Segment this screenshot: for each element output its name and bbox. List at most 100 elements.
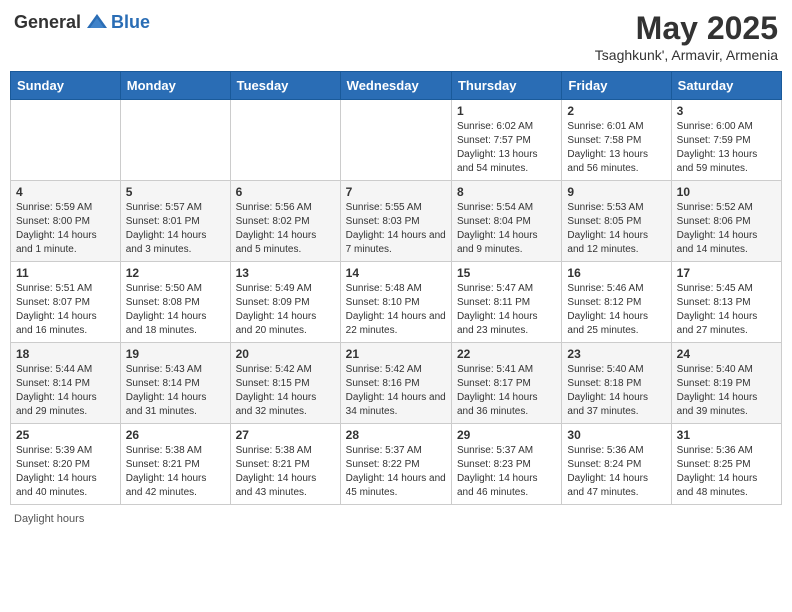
- logo-icon: [85, 10, 109, 34]
- day-info: Sunrise: 5:37 AM Sunset: 8:22 PM Dayligh…: [346, 444, 446, 500]
- calendar-cell: 2 Sunrise: 6:01 AM Sunset: 7:58 PM Daylig…: [562, 100, 671, 181]
- day-number: 6: [236, 185, 335, 199]
- weekday-header-wednesday: Wednesday: [340, 72, 451, 100]
- day-info: Sunrise: 5:56 AM Sunset: 8:02 PM Dayligh…: [236, 201, 335, 257]
- day-info: Sunrise: 5:52 AM Sunset: 8:06 PM Dayligh…: [677, 201, 776, 257]
- page-header: General Blue May 2025 Tsaghkunk', Armavi…: [10, 10, 782, 63]
- calendar-cell: 6 Sunrise: 5:56 AM Sunset: 8:02 PM Daylig…: [230, 181, 340, 262]
- day-info: Sunrise: 5:41 AM Sunset: 8:17 PM Dayligh…: [457, 363, 556, 419]
- day-info: Sunrise: 5:46 AM Sunset: 8:12 PM Dayligh…: [567, 282, 665, 338]
- calendar-cell: 30Sunrise: 5:36 AM Sunset: 8:24 PM Dayli…: [562, 424, 671, 505]
- calendar-cell: 15Sunrise: 5:47 AM Sunset: 8:11 PM Dayli…: [451, 262, 561, 343]
- calendar-cell: [230, 100, 340, 181]
- day-number: 29: [457, 428, 556, 442]
- day-number: 14: [346, 266, 446, 280]
- calendar-cell: 8Sunrise: 5:54 AM Sunset: 8:04 PM Daylig…: [451, 181, 561, 262]
- footer: Daylight hours: [10, 513, 782, 525]
- day-info: Sunrise: 5:45 AM Sunset: 8:13 PM Dayligh…: [677, 282, 776, 338]
- calendar-cell: 20 Sunrise: 5:42 AM Sunset: 8:15 PM Dayli…: [230, 343, 340, 424]
- weekday-header-tuesday: Tuesday: [230, 72, 340, 100]
- day-number: 3: [677, 104, 776, 118]
- day-number: 25: [16, 428, 115, 442]
- day-number: 28: [346, 428, 446, 442]
- day-info: Sunrise: 5:36 AM Sunset: 8:25 PM Dayligh…: [677, 444, 776, 500]
- month-title: May 2025: [595, 10, 778, 47]
- day-info: Sunrise: 5:49 AM Sunset: 8:09 PM Dayligh…: [236, 282, 335, 338]
- calendar-week-row: 11Sunrise: 5:51 AM Sunset: 8:07 PM Dayli…: [11, 262, 782, 343]
- calendar-cell: 21 Sunrise: 5:42 AM Sunset: 8:16 PM Dayli…: [340, 343, 451, 424]
- calendar-cell: 28 Sunrise: 5:37 AM Sunset: 8:22 PM Dayli…: [340, 424, 451, 505]
- calendar-cell: 26 Sunrise: 5:38 AM Sunset: 8:21 PM Dayli…: [120, 424, 230, 505]
- logo: General Blue: [14, 10, 150, 34]
- calendar-cell: 31 Sunrise: 5:36 AM Sunset: 8:25 PM Dayli…: [671, 424, 781, 505]
- day-number: 8: [457, 185, 556, 199]
- day-info: Sunrise: 6:02 AM Sunset: 7:57 PM Dayligh…: [457, 120, 556, 176]
- weekday-header-row: SundayMondayTuesdayWednesdayThursdayFrid…: [11, 72, 782, 100]
- day-number: 2: [567, 104, 665, 118]
- day-info: Sunrise: 5:43 AM Sunset: 8:14 PM Dayligh…: [126, 363, 225, 419]
- day-info: Sunrise: 6:01 AM Sunset: 7:58 PM Dayligh…: [567, 120, 665, 176]
- calendar-cell: 16Sunrise: 5:46 AM Sunset: 8:12 PM Dayli…: [562, 262, 671, 343]
- day-info: Sunrise: 5:44 AM Sunset: 8:14 PM Dayligh…: [16, 363, 115, 419]
- calendar-cell: 19 Sunrise: 5:43 AM Sunset: 8:14 PM Dayli…: [120, 343, 230, 424]
- day-info: Sunrise: 5:51 AM Sunset: 8:07 PM Dayligh…: [16, 282, 115, 338]
- day-info: Sunrise: 5:39 AM Sunset: 8:20 PM Dayligh…: [16, 444, 115, 500]
- calendar-week-row: 25 Sunrise: 5:39 AM Sunset: 8:20 PM Dayli…: [11, 424, 782, 505]
- day-number: 31: [677, 428, 776, 442]
- day-number: 21: [346, 347, 446, 361]
- calendar-cell: 18 Sunrise: 5:44 AM Sunset: 8:14 PM Dayli…: [11, 343, 121, 424]
- day-info: Sunrise: 5:42 AM Sunset: 8:16 PM Dayligh…: [346, 363, 446, 419]
- day-number: 23: [567, 347, 665, 361]
- day-number: 15: [457, 266, 556, 280]
- daylight-label: Daylight hours: [14, 513, 84, 525]
- calendar-cell: [340, 100, 451, 181]
- day-number: 18: [16, 347, 115, 361]
- calendar-cell: 23 Sunrise: 5:40 AM Sunset: 8:18 PM Dayli…: [562, 343, 671, 424]
- calendar-cell: 27 Sunrise: 5:38 AM Sunset: 8:21 PM Dayli…: [230, 424, 340, 505]
- day-number: 27: [236, 428, 335, 442]
- calendar-week-row: 4 Sunrise: 5:59 AM Sunset: 8:00 PM Daylig…: [11, 181, 782, 262]
- calendar-week-row: 1Sunrise: 6:02 AM Sunset: 7:57 PM Daylig…: [11, 100, 782, 181]
- day-number: 13: [236, 266, 335, 280]
- weekday-header-saturday: Saturday: [671, 72, 781, 100]
- day-number: 26: [126, 428, 225, 442]
- day-number: 17: [677, 266, 776, 280]
- day-number: 7: [346, 185, 446, 199]
- day-info: Sunrise: 5:40 AM Sunset: 8:18 PM Dayligh…: [567, 363, 665, 419]
- calendar-cell: 17 Sunrise: 5:45 AM Sunset: 8:13 PM Dayli…: [671, 262, 781, 343]
- logo-blue: Blue: [111, 12, 150, 33]
- calendar-cell: 5 Sunrise: 5:57 AM Sunset: 8:01 PM Daylig…: [120, 181, 230, 262]
- day-number: 20: [236, 347, 335, 361]
- title-block: May 2025 Tsaghkunk', Armavir, Armenia: [595, 10, 778, 63]
- weekday-header-monday: Monday: [120, 72, 230, 100]
- day-info: Sunrise: 5:59 AM Sunset: 8:00 PM Dayligh…: [16, 201, 115, 257]
- day-number: 10: [677, 185, 776, 199]
- day-info: Sunrise: 5:57 AM Sunset: 8:01 PM Dayligh…: [126, 201, 225, 257]
- day-number: 19: [126, 347, 225, 361]
- day-info: Sunrise: 5:42 AM Sunset: 8:15 PM Dayligh…: [236, 363, 335, 419]
- day-info: Sunrise: 6:00 AM Sunset: 7:59 PM Dayligh…: [677, 120, 776, 176]
- calendar-cell: 1Sunrise: 6:02 AM Sunset: 7:57 PM Daylig…: [451, 100, 561, 181]
- calendar-cell: [120, 100, 230, 181]
- weekday-header-friday: Friday: [562, 72, 671, 100]
- calendar-cell: 14 Sunrise: 5:48 AM Sunset: 8:10 PM Dayli…: [340, 262, 451, 343]
- day-number: 4: [16, 185, 115, 199]
- calendar-cell: 7Sunrise: 5:55 AM Sunset: 8:03 PM Daylig…: [340, 181, 451, 262]
- day-number: 5: [126, 185, 225, 199]
- day-number: 12: [126, 266, 225, 280]
- calendar-cell: 3 Sunrise: 6:00 AM Sunset: 7:59 PM Daylig…: [671, 100, 781, 181]
- calendar-cell: 12 Sunrise: 5:50 AM Sunset: 8:08 PM Dayli…: [120, 262, 230, 343]
- location-subtitle: Tsaghkunk', Armavir, Armenia: [595, 47, 778, 63]
- calendar-cell: 24 Sunrise: 5:40 AM Sunset: 8:19 PM Dayli…: [671, 343, 781, 424]
- weekday-header-thursday: Thursday: [451, 72, 561, 100]
- calendar-cell: 4 Sunrise: 5:59 AM Sunset: 8:00 PM Daylig…: [11, 181, 121, 262]
- day-info: Sunrise: 5:40 AM Sunset: 8:19 PM Dayligh…: [677, 363, 776, 419]
- calendar-cell: 29Sunrise: 5:37 AM Sunset: 8:23 PM Dayli…: [451, 424, 561, 505]
- day-number: 24: [677, 347, 776, 361]
- day-info: Sunrise: 5:48 AM Sunset: 8:10 PM Dayligh…: [346, 282, 446, 338]
- day-info: Sunrise: 5:38 AM Sunset: 8:21 PM Dayligh…: [236, 444, 335, 500]
- calendar-cell: 25 Sunrise: 5:39 AM Sunset: 8:20 PM Dayli…: [11, 424, 121, 505]
- calendar-table: SundayMondayTuesdayWednesdayThursdayFrid…: [10, 71, 782, 505]
- day-info: Sunrise: 5:50 AM Sunset: 8:08 PM Dayligh…: [126, 282, 225, 338]
- day-info: Sunrise: 5:38 AM Sunset: 8:21 PM Dayligh…: [126, 444, 225, 500]
